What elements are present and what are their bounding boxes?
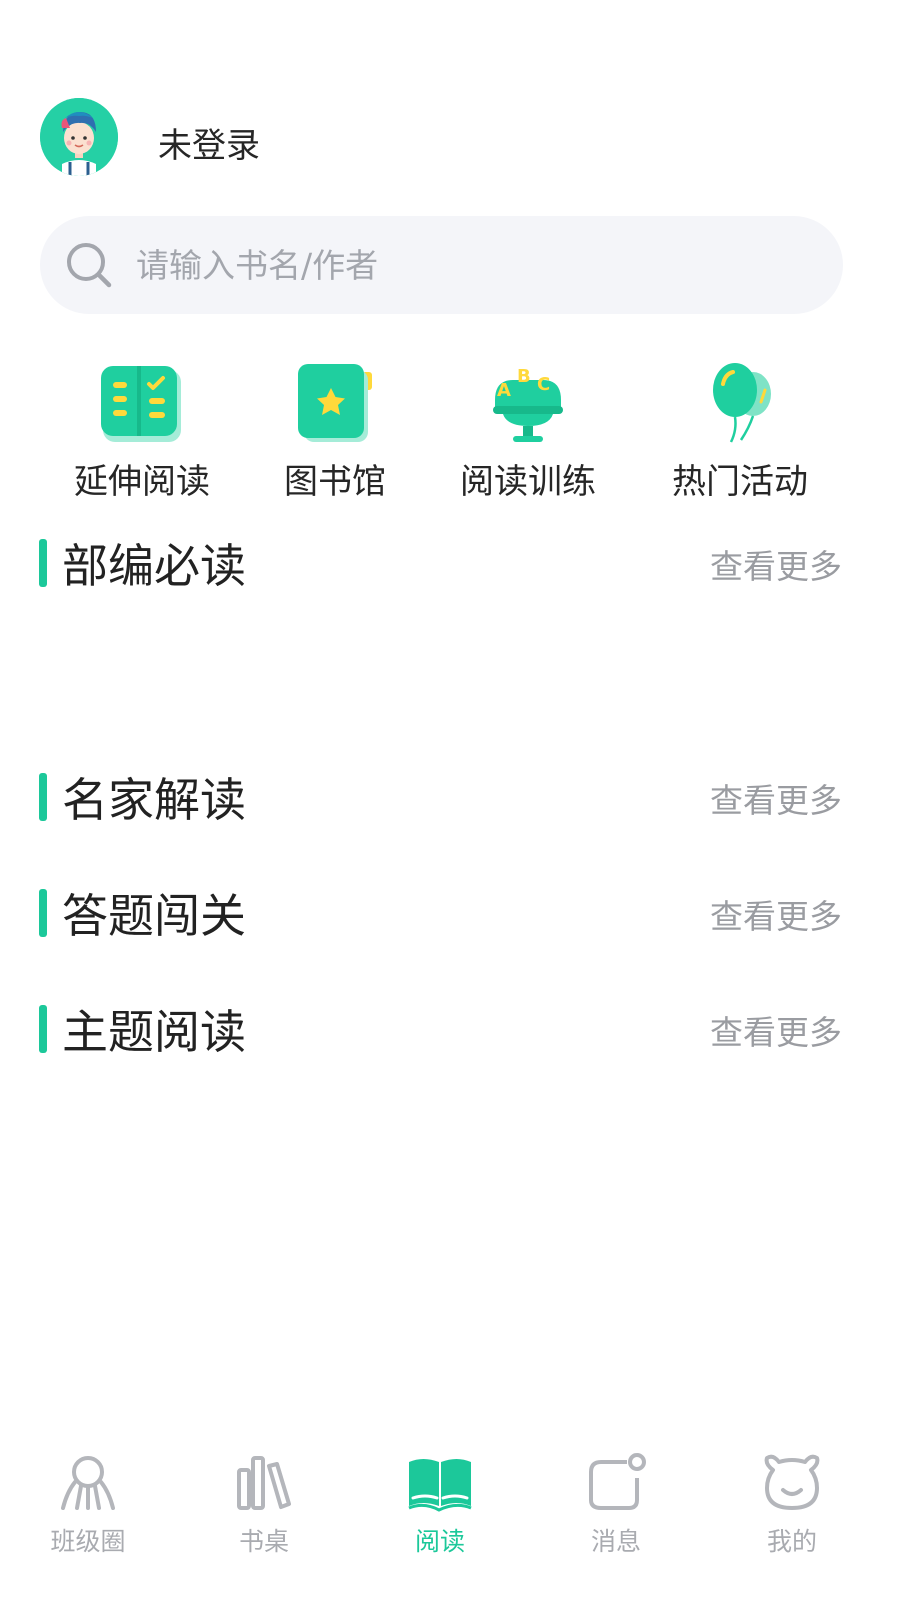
section-accent-bar	[39, 773, 47, 821]
bottom-tab-bar: 班级圈 书桌 阅读 消息 我的	[0, 1436, 900, 1600]
svg-text:A: A	[497, 380, 511, 401]
tab-mine[interactable]: 我的	[704, 1436, 880, 1600]
section-expert-interpretation: 名家解读 查看更多	[0, 768, 900, 828]
tab-messages[interactable]: 消息	[528, 1436, 704, 1600]
message-icon	[583, 1452, 649, 1514]
section-accent-bar	[39, 889, 47, 937]
view-more-link[interactable]: 查看更多	[710, 890, 842, 938]
svg-text:B: B	[517, 366, 531, 387]
tab-class-circle[interactable]: 班级圈	[0, 1436, 176, 1600]
section-quiz-challenge: 答题闯关 查看更多	[0, 884, 900, 944]
view-more-link[interactable]: 查看更多	[710, 1006, 842, 1054]
view-more-link[interactable]: 查看更多	[710, 540, 842, 588]
section-title: 答题闯关	[62, 889, 246, 943]
quick-link-hot-events[interactable]: 热门活动	[645, 360, 835, 502]
search-bar[interactable]	[40, 216, 843, 314]
view-more-link[interactable]: 查看更多	[710, 774, 842, 822]
quick-link-library[interactable]: 图书馆	[240, 360, 430, 502]
bear-face-icon	[759, 1452, 825, 1514]
section-title: 主题阅读	[62, 1005, 246, 1059]
tab-label: 班级圈	[50, 1527, 126, 1556]
section-required-reading: 部编必读 查看更多	[0, 534, 900, 594]
section-theme-reading: 主题阅读 查看更多	[0, 1000, 900, 1060]
tab-label: 阅读	[414, 1527, 465, 1556]
section-title: 名家解读	[62, 773, 246, 827]
section-accent-bar	[39, 1005, 47, 1053]
tab-reading[interactable]: 阅读	[352, 1436, 528, 1600]
avatar[interactable]	[40, 98, 118, 176]
quick-link-reading-training[interactable]: A B C 阅读训练	[433, 360, 623, 502]
quick-link-label: 阅读训练	[460, 462, 596, 502]
class-circle-icon	[55, 1452, 121, 1514]
tab-label: 我的	[766, 1527, 817, 1556]
quick-link-label: 延伸阅读	[74, 462, 210, 502]
abc-microphone-icon: A B C	[483, 360, 573, 446]
tab-label: 书桌	[238, 1527, 289, 1556]
login-status-label[interactable]: 未登录	[158, 118, 260, 167]
star-book-icon	[290, 360, 380, 446]
section-accent-bar	[39, 539, 47, 587]
tab-desk[interactable]: 书桌	[176, 1436, 352, 1600]
checklist-book-icon	[97, 360, 187, 446]
books-icon	[231, 1452, 297, 1514]
quick-link-extended-reading[interactable]: 延伸阅读	[47, 360, 237, 502]
search-input[interactable]	[136, 216, 816, 314]
quick-link-label: 图书馆	[284, 462, 386, 502]
profile-header: 未登录	[0, 98, 900, 178]
avatar-illustration	[40, 98, 118, 176]
section-title: 部编必读	[62, 539, 246, 593]
search-icon	[67, 243, 112, 288]
open-book-icon	[407, 1452, 473, 1514]
balloons-icon	[695, 360, 785, 446]
quick-link-label: 热门活动	[672, 462, 808, 502]
svg-text:C: C	[537, 374, 550, 395]
tab-label: 消息	[590, 1527, 641, 1556]
